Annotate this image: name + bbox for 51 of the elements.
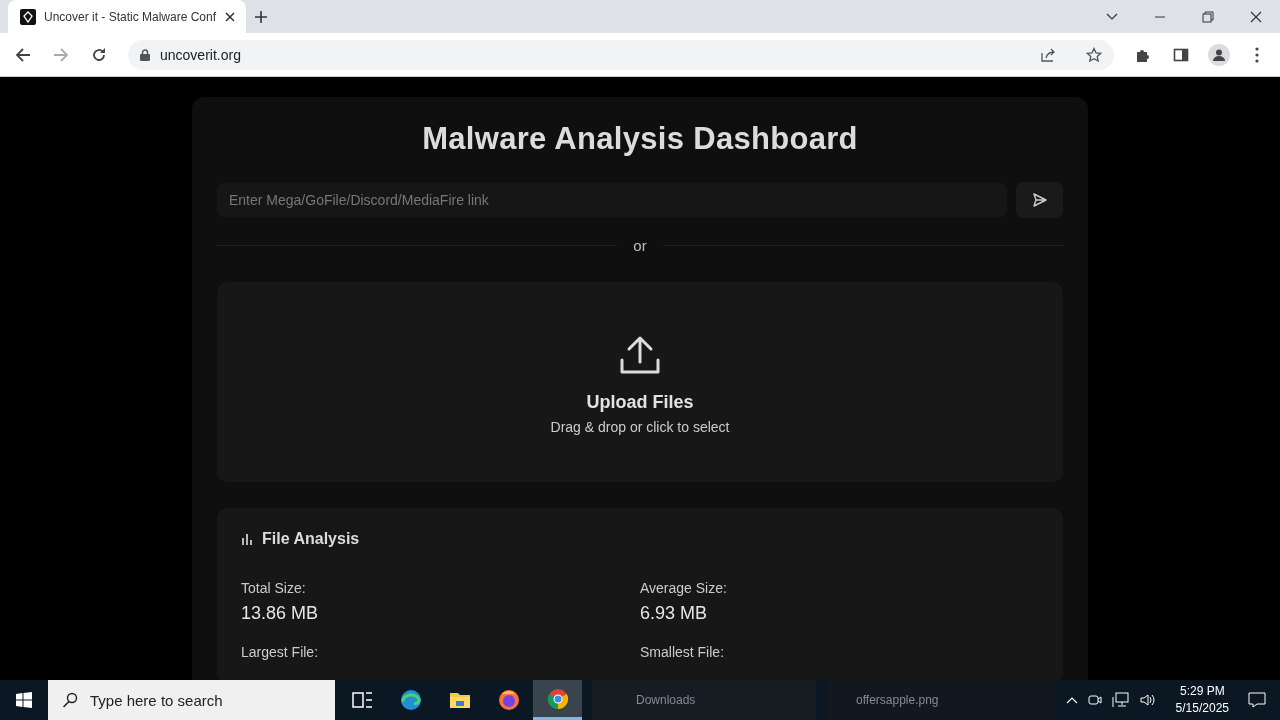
upload-title: Upload Files — [586, 391, 694, 413]
stat-label: Largest File: — [241, 644, 320, 660]
clock-date: 5/15/2025 — [1175, 700, 1229, 717]
restore-icon[interactable] — [1202, 10, 1214, 23]
side-panel-icon[interactable] — [1173, 46, 1189, 63]
clock-time: 5:29 PM — [1179, 683, 1225, 700]
stat-label: Smallest File: — [640, 644, 726, 660]
star-icon[interactable] — [1086, 46, 1102, 63]
search-icon — [62, 692, 78, 708]
clock[interactable]: 5:29 PM 5/15/2025 — [1175, 683, 1229, 717]
chevron-down-icon[interactable] — [1106, 12, 1118, 21]
folder-label: Downloads — [636, 693, 697, 707]
network-icon[interactable] — [1111, 692, 1130, 708]
bar-chart-icon — [241, 533, 253, 545]
back-arrow-icon[interactable] — [15, 46, 31, 63]
edge-icon — [398, 688, 423, 712]
close-icon[interactable] — [1250, 10, 1262, 23]
share-icon[interactable] — [1040, 46, 1056, 63]
upload-hint: Drag & drop or click to select — [550, 418, 730, 435]
speaker-icon[interactable] — [1138, 692, 1157, 708]
section-title: File Analysis — [262, 530, 360, 548]
plus-icon[interactable] — [254, 9, 269, 24]
site-logo-icon — [20, 8, 36, 25]
reload-icon[interactable] — [91, 46, 107, 63]
upload-dropzone[interactable]: Upload Files Drag & drop or click to select — [217, 282, 1063, 482]
stat-label: Average Size: — [640, 580, 728, 596]
more-menu-icon[interactable] — [1255, 46, 1259, 63]
notification-icon[interactable] — [1248, 692, 1266, 708]
stat-value: 13.86 MB — [241, 603, 320, 624]
lock-icon — [140, 48, 150, 61]
stat-value: 6.93 MB — [640, 603, 709, 624]
file-name: offersapple.png — [856, 693, 939, 707]
submit-button[interactable] — [1016, 182, 1063, 218]
page-title: Malware Analysis Dashboard — [421, 121, 859, 157]
taskbar-search-field[interactable]: Type here to search — [48, 680, 335, 720]
chevron-up-icon[interactable] — [1065, 696, 1078, 704]
stat-label: Total Size: — [241, 580, 307, 596]
url-text: uncoverit.org — [160, 46, 241, 63]
camera-icon[interactable] — [1086, 692, 1103, 708]
link-input-field[interactable]: Enter Mega/GoFile/Discord/MediaFire link — [217, 183, 1007, 217]
profile-avatar-icon[interactable] — [1208, 43, 1230, 66]
firefox-icon — [496, 688, 521, 712]
browser-tab[interactable]: Uncover it - Static Malware Conf — [8, 0, 247, 33]
search-placeholder: Type here to search — [90, 691, 223, 709]
close-icon[interactable] — [224, 10, 237, 23]
divider-label: or — [633, 237, 647, 254]
chrome-icon — [545, 686, 570, 711]
address-bar[interactable]: uncoverit.org — [128, 39, 1114, 70]
send-icon — [1031, 192, 1048, 208]
windows-logo-icon — [16, 692, 32, 708]
tab-title: Uncover it - Static Malware Conf — [44, 9, 217, 24]
